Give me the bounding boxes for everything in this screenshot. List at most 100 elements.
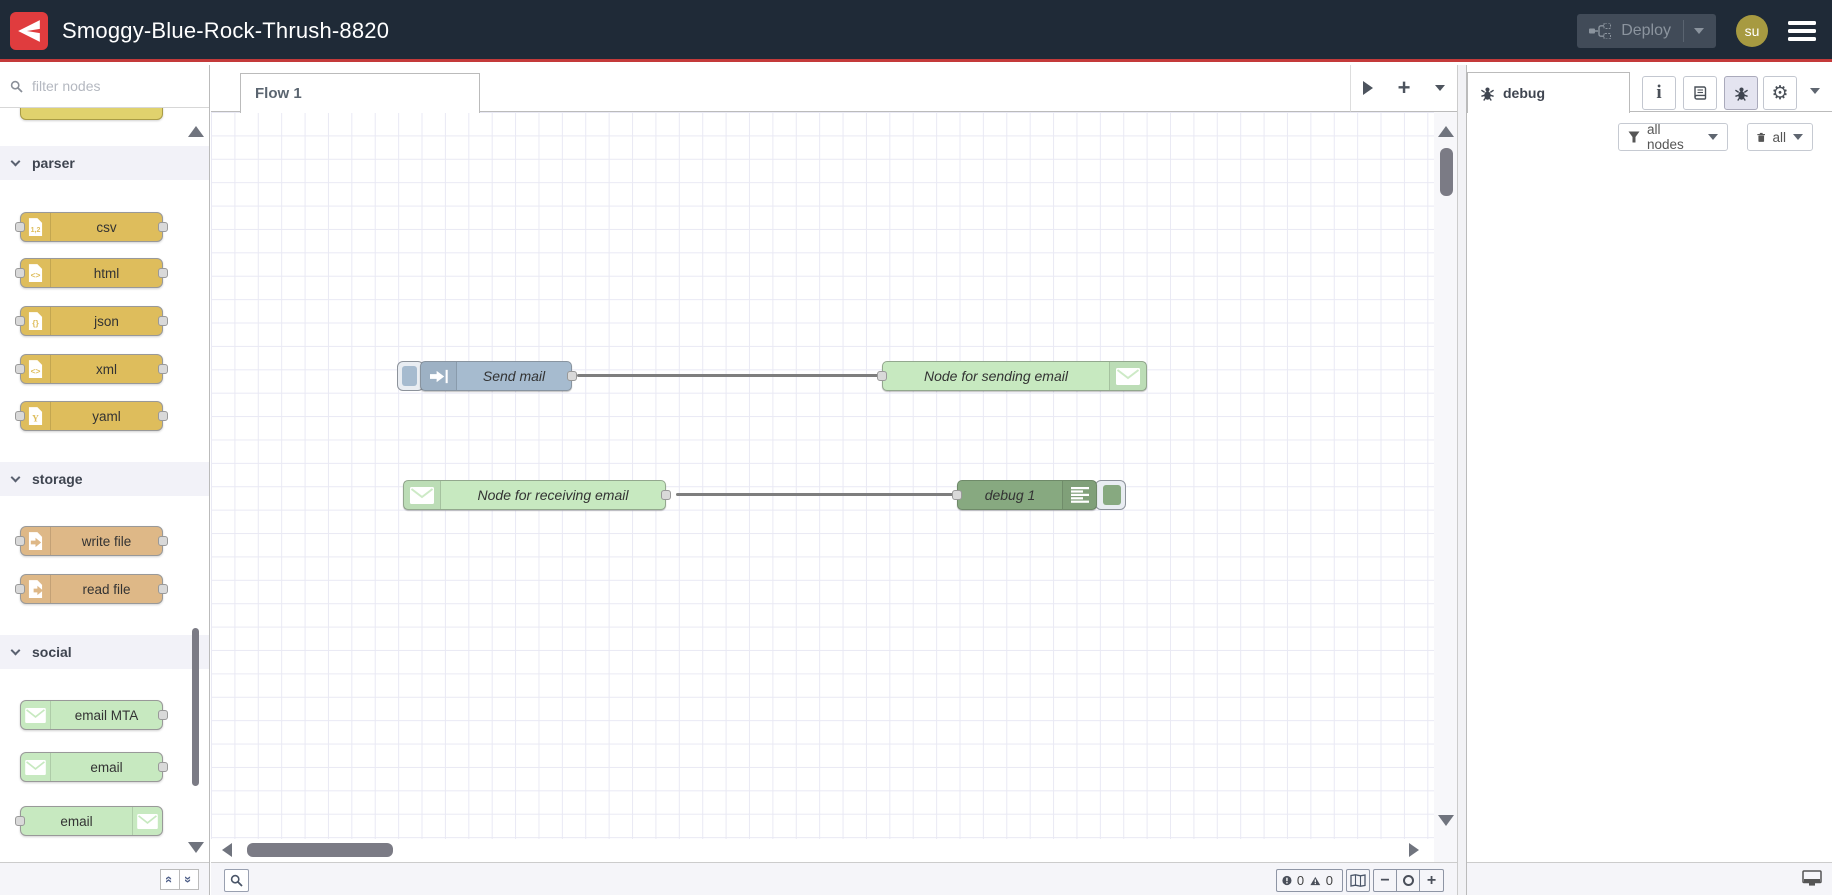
flow-node-send-mail[interactable]: Send mail	[420, 361, 577, 391]
filter-funnel-icon	[1628, 131, 1640, 143]
node-output-port[interactable]	[158, 268, 168, 278]
next-tab-button[interactable]	[1363, 81, 1374, 95]
palette-node-csv[interactable]: 1,2 csv	[15, 212, 168, 242]
canvas-scroll-right-button[interactable]	[1409, 843, 1419, 857]
palette-category-parser[interactable]: parser	[0, 146, 209, 180]
node-output-port[interactable]	[158, 584, 168, 594]
palette-node-read-file[interactable]: read file	[15, 574, 168, 604]
canvas-scroll-left-button[interactable]	[222, 843, 232, 857]
node-input-port[interactable]	[15, 536, 25, 546]
node-input-port[interactable]	[15, 816, 25, 826]
sidebar-splitter[interactable]	[1457, 65, 1467, 895]
node-input-port[interactable]	[952, 490, 962, 500]
node-output-port[interactable]	[158, 411, 168, 421]
deploy-button[interactable]: Deploy	[1577, 14, 1716, 48]
palette-node-xml[interactable]: <> xml	[15, 354, 168, 384]
tab-flow-1[interactable]: Flow 1	[240, 73, 480, 113]
palette-node-json[interactable]: {} json	[15, 306, 168, 336]
monitor-icon	[1802, 870, 1822, 886]
debug-clear-button[interactable]: all	[1747, 123, 1813, 151]
deploy-caret-icon[interactable]	[1694, 28, 1704, 34]
help-sidebar-button[interactable]	[1683, 76, 1717, 110]
node-output-port[interactable]	[158, 222, 168, 232]
envelope-icon	[1109, 362, 1146, 390]
node-input-port[interactable]	[877, 371, 887, 381]
zoom-in-button[interactable]: +	[1420, 870, 1443, 891]
node-input-port[interactable]	[15, 584, 25, 594]
canvas-hscrollbar-thumb[interactable]	[247, 843, 393, 857]
hamburger-icon	[1788, 37, 1816, 41]
palette-node-html[interactable]: <> html	[15, 258, 168, 288]
caret-down-icon	[1793, 134, 1803, 140]
notification-counts[interactable]: 0 0	[1276, 869, 1343, 892]
node-output-port[interactable]	[661, 490, 671, 500]
search-icon	[230, 874, 243, 887]
zoom-out-button[interactable]: −	[1374, 870, 1397, 891]
palette-node-email-in[interactable]: email	[20, 752, 168, 782]
deploy-icon	[1589, 23, 1612, 39]
debug-toggle-button[interactable]	[1095, 480, 1126, 510]
wire-emailin-to-debug[interactable]	[676, 493, 953, 496]
xml-file-icon: <>	[21, 355, 51, 383]
palette-node-write-file[interactable]: write file	[15, 526, 168, 556]
envelope-icon	[132, 807, 162, 835]
debug-sidebar-button[interactable]	[1724, 76, 1758, 110]
node-input-port[interactable]	[15, 222, 25, 232]
node-input-port[interactable]	[15, 364, 25, 374]
open-in-window-button[interactable]	[1802, 870, 1822, 892]
node-output-port[interactable]	[158, 762, 168, 772]
palette-scrollbar-thumb[interactable]	[192, 628, 199, 786]
wire-sendmail-to-emailout[interactable]	[577, 374, 884, 377]
info-sidebar-button[interactable]: i	[1642, 76, 1676, 110]
node-input-port[interactable]	[15, 411, 25, 421]
flow-node-sending-email[interactable]: Node for sending email	[877, 361, 1147, 391]
palette-scroll-up-button[interactable]	[188, 126, 204, 137]
node-output-port[interactable]	[158, 364, 168, 374]
add-flow-button[interactable]: +	[1398, 77, 1411, 99]
warning-count: 0	[1325, 873, 1333, 888]
logo[interactable]	[10, 12, 48, 50]
node-red-editor: Smoggy-Blue-Rock-Thrush-8820 Deploy su f…	[0, 0, 1832, 895]
tab-list-button[interactable]	[1434, 85, 1445, 91]
flow-canvas[interactable]	[211, 112, 1434, 839]
hamburger-icon	[1788, 29, 1816, 33]
node-output-port[interactable]	[567, 371, 577, 381]
flow-node-debug-1[interactable]: debug 1	[952, 480, 1097, 510]
node-input-port[interactable]	[15, 268, 25, 278]
collapse-all-categories-button[interactable]: «	[160, 869, 180, 890]
palette-node-label: write file	[81, 533, 132, 549]
canvas-search-button[interactable]	[224, 869, 249, 892]
flow-node-receiving-email[interactable]: Node for receiving email	[403, 480, 671, 510]
tab-debug[interactable]: debug	[1467, 72, 1630, 113]
palette-category-social[interactable]: social	[0, 635, 209, 669]
navigator-button[interactable]	[1346, 869, 1370, 892]
debug-filter-button[interactable]: all nodes	[1618, 122, 1728, 152]
html-file-icon: <>	[21, 259, 51, 287]
canvas-scroll-down-button[interactable]	[1438, 815, 1454, 826]
palette-search-input[interactable]	[30, 77, 180, 95]
palette-node-email-out[interactable]: email	[15, 806, 163, 836]
sidebar-menu-caret[interactable]	[1810, 88, 1820, 94]
debug-messages-area[interactable]	[1467, 158, 1832, 862]
node-input-port[interactable]	[15, 316, 25, 326]
user-avatar[interactable]: su	[1736, 15, 1768, 47]
palette-node-email-mta[interactable]: email MTA	[20, 700, 168, 730]
node-output-port[interactable]	[158, 316, 168, 326]
write-file-icon	[21, 527, 51, 555]
palette-node-label: email	[90, 759, 123, 775]
zoom-reset-button[interactable]	[1397, 870, 1420, 891]
deploy-label: Deploy	[1621, 22, 1671, 39]
palette-scroll-down-button[interactable]	[188, 842, 204, 853]
palette-node-yaml[interactable]: Y yaml	[15, 401, 168, 431]
palette-category-storage[interactable]: storage	[0, 462, 209, 496]
canvas-scroll-up-button[interactable]	[1438, 126, 1454, 137]
config-nodes-button[interactable]: ⚙	[1763, 76, 1797, 110]
map-icon	[1350, 874, 1366, 887]
node-output-port[interactable]	[158, 536, 168, 546]
canvas-vscrollbar-thumb[interactable]	[1440, 148, 1453, 196]
palette-node-partial[interactable]	[20, 108, 163, 120]
expand-all-categories-button[interactable]: »	[179, 869, 199, 890]
node-output-port[interactable]	[158, 710, 168, 720]
palette-node-label: email MTA	[74, 707, 139, 723]
main-menu-button[interactable]	[1788, 21, 1816, 41]
